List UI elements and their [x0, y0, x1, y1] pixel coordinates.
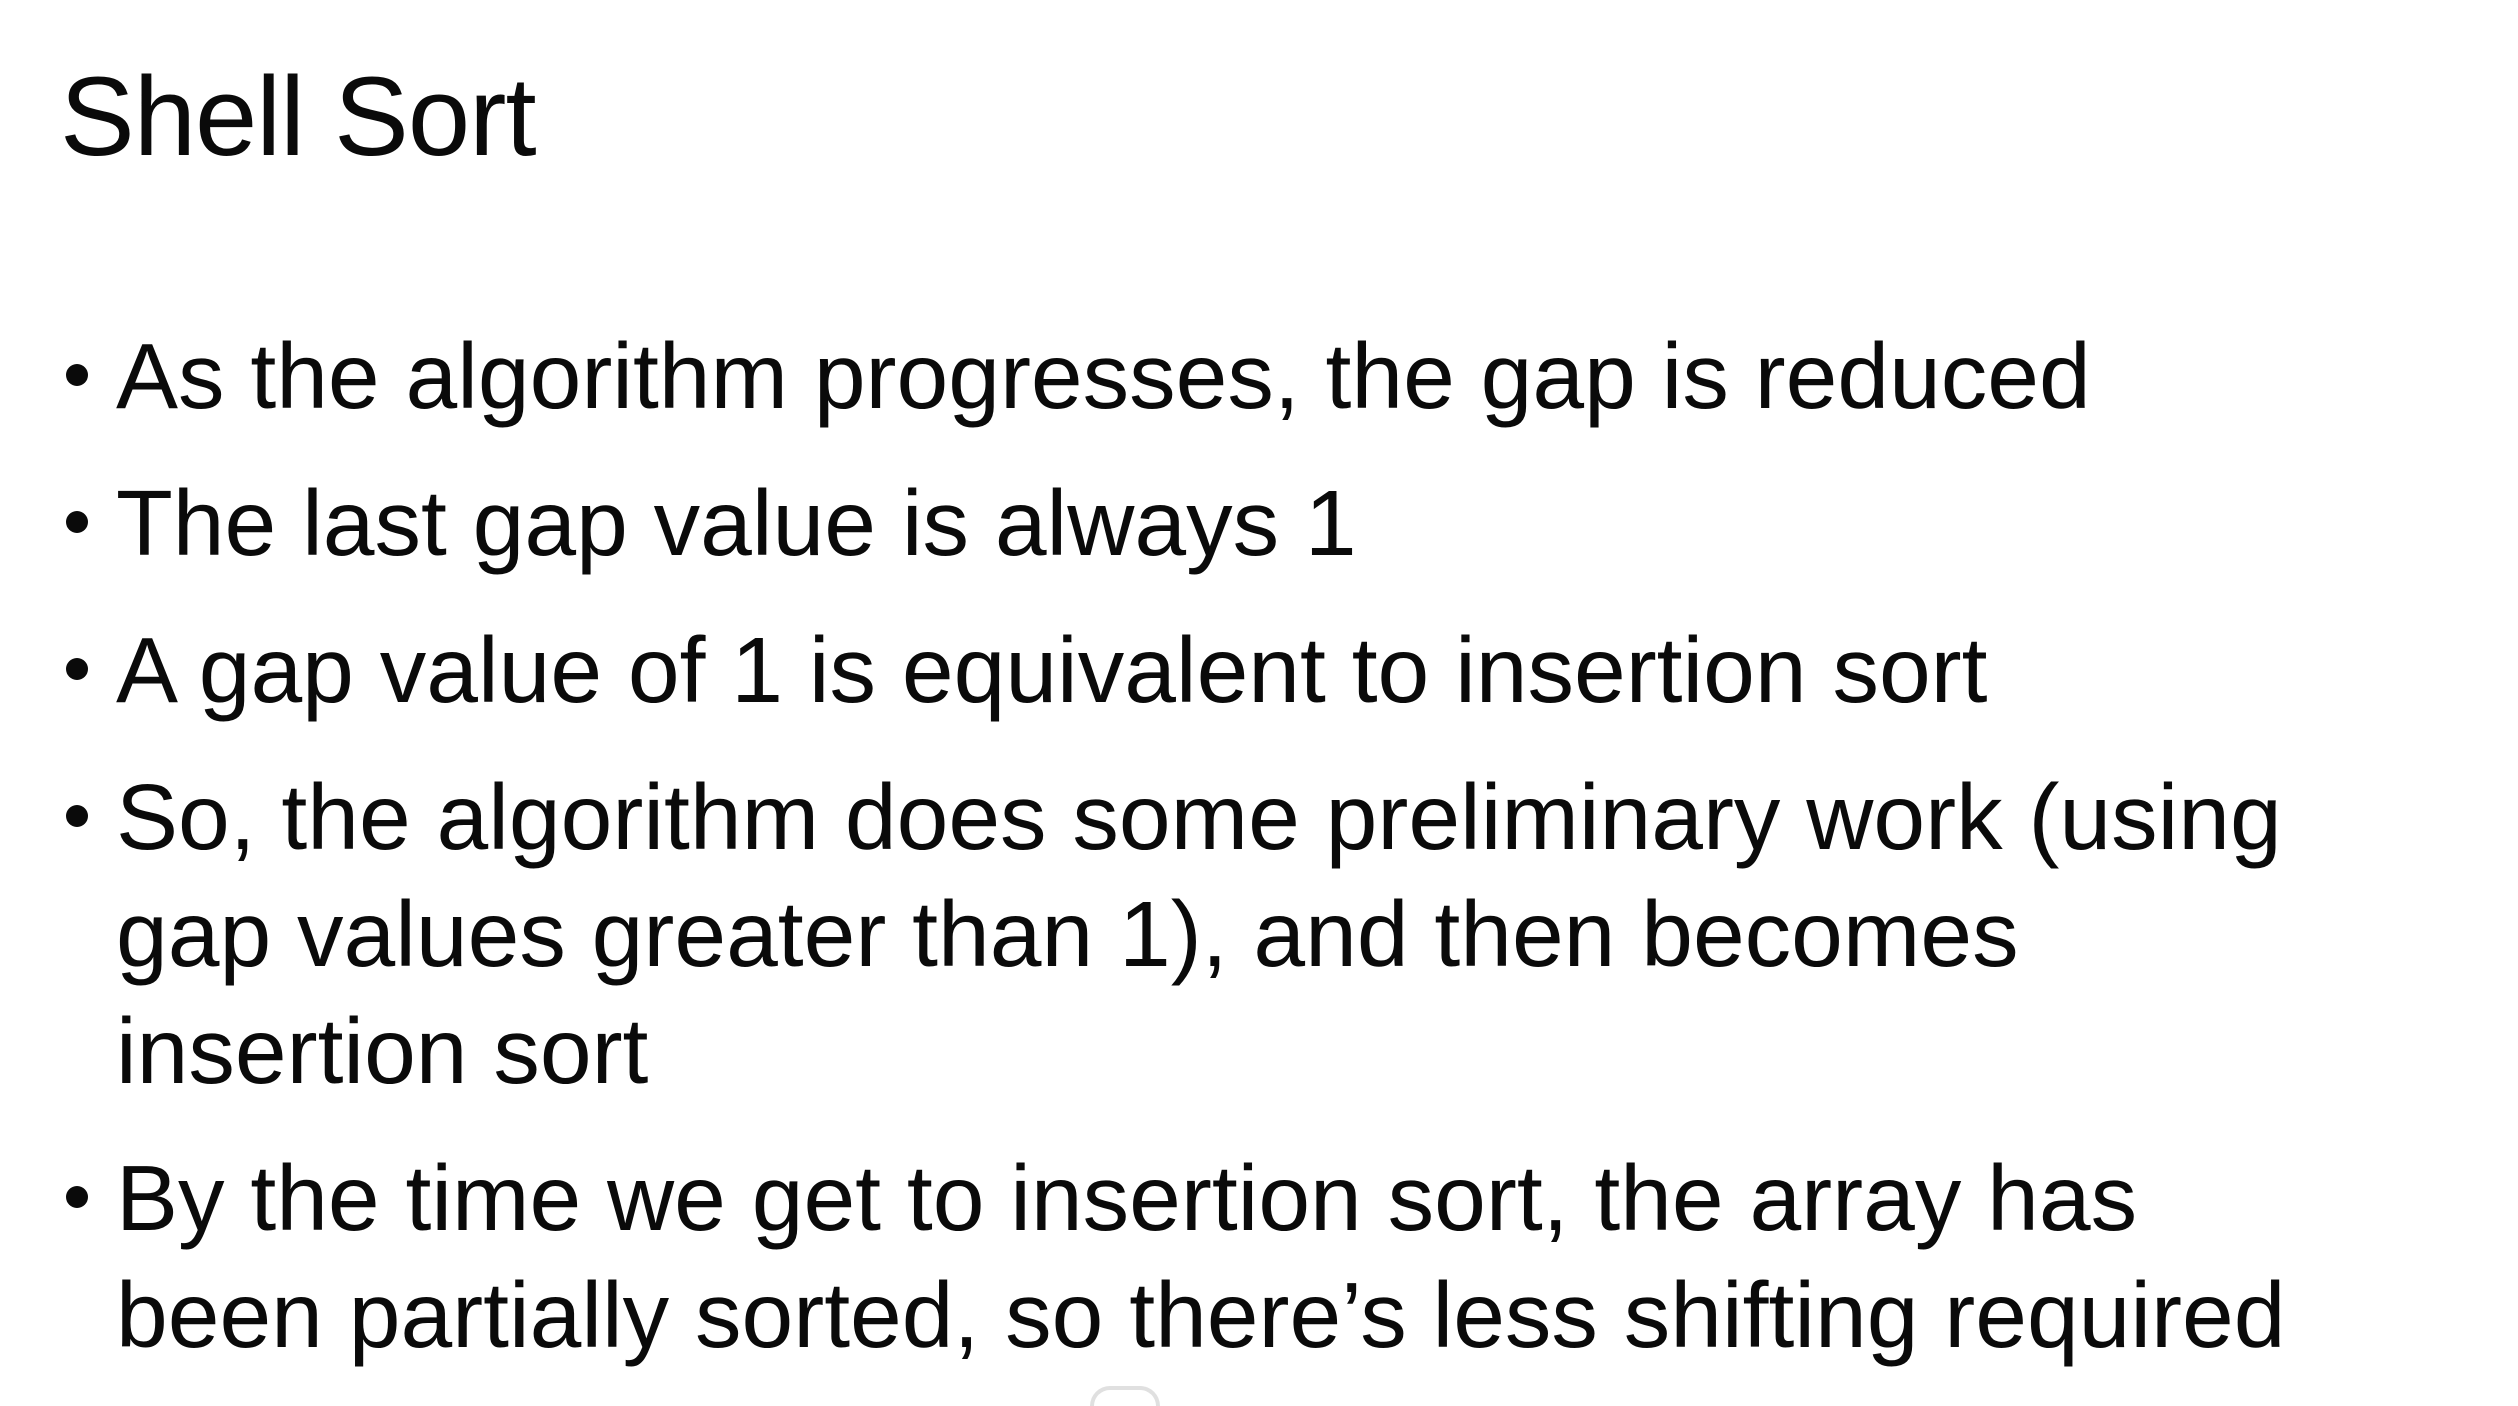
- bullet-item: So, the algorithm does some preliminary …: [60, 759, 2500, 1110]
- slide: Shell Sort As the algorithm progresses, …: [0, 0, 2518, 1406]
- bullet-item: The last gap value is always 1: [60, 465, 2500, 582]
- bullet-text-line: insertion sort: [116, 999, 649, 1103]
- bullet-dot-icon: [66, 1186, 88, 1208]
- bullet-list: As the algorithm progresses, the gap is …: [60, 318, 2500, 1374]
- bullet-item: A gap value of 1 is equivalent to insert…: [60, 612, 2500, 729]
- bullet-dot-icon: [66, 805, 88, 827]
- bullet-text: A gap value of 1 is equivalent to insert…: [116, 618, 1988, 722]
- bullet-dot-icon: [66, 658, 88, 680]
- bullet-text-line: By the time we get to insertion sort, th…: [116, 1146, 2138, 1250]
- bullet-text-line: been partially sorted, so there’s less s…: [116, 1263, 2286, 1367]
- bullet-text-line: gap values greater than 1), and then bec…: [116, 882, 2019, 986]
- bullet-item: As the algorithm progresses, the gap is …: [60, 318, 2500, 435]
- bullet-text-line: So, the algorithm does some preliminary …: [116, 765, 2282, 869]
- slide-title: Shell Sort: [60, 54, 537, 179]
- bullet-text: The last gap value is always 1: [116, 471, 1357, 575]
- bullet-text: As the algorithm progresses, the gap is …: [116, 324, 2091, 428]
- bullet-item: By the time we get to insertion sort, th…: [60, 1140, 2500, 1374]
- bullet-dot-icon: [66, 511, 88, 533]
- bullet-dot-icon: [66, 364, 88, 386]
- cursor-partial-icon: [1090, 1386, 1160, 1406]
